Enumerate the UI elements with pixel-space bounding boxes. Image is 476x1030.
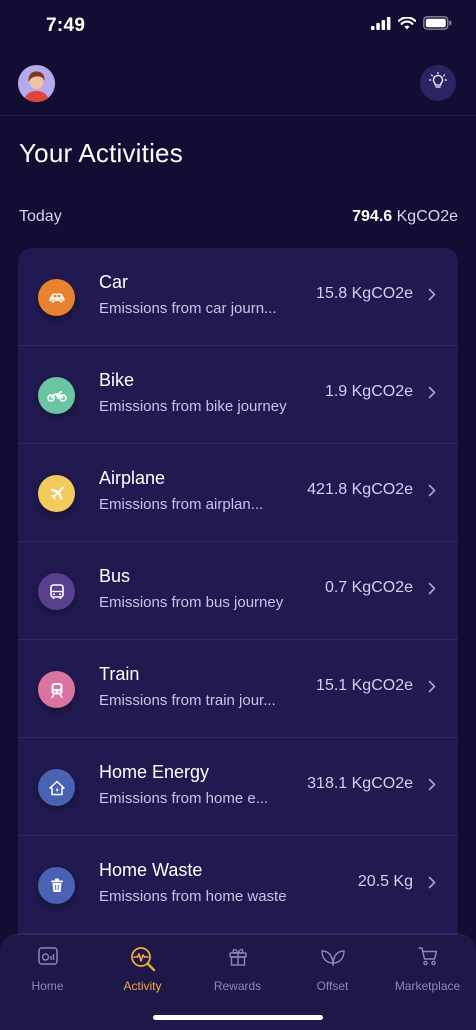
home-indicator — [153, 1015, 323, 1020]
activity-emission-value: 1.9 KgCO2e — [324, 383, 413, 400]
activity-emission-value: 15.8 KgCO2e — [316, 285, 413, 302]
summary-total-unit: KgCO2e — [396, 208, 458, 225]
activity-subtitle: Emissions from airplan... — [99, 496, 264, 513]
activity-row-train[interactable]: Train Emissions from train jour... 15.1 … — [18, 640, 458, 738]
activity-subtitle: Emissions from bus journey — [99, 594, 284, 611]
activity-row-bus[interactable]: Bus Emissions from bus journey 0.7 KgCO2… — [18, 542, 458, 640]
tab-rewards[interactable]: Rewards — [190, 945, 285, 1005]
chevron-right-icon — [428, 876, 436, 894]
today-summary: Today 794.6 KgCO2e — [19, 206, 458, 228]
activity-row-airplane[interactable]: Airplane Emissions from airplan... 421.8… — [18, 444, 458, 542]
tips-button[interactable] — [420, 65, 456, 101]
lightbulb-icon — [428, 71, 448, 95]
activity-subtitle: Emissions from home waste — [99, 888, 287, 905]
train-icon — [38, 671, 75, 708]
activity-list: Car Emissions from car journ... 15.8 KgC… — [18, 248, 458, 968]
tab-activity[interactable]: Activity — [95, 945, 190, 1005]
summary-total: 794.6 KgCO2e — [352, 208, 458, 226]
chevron-right-icon — [428, 484, 436, 502]
tab-label: Offset — [316, 979, 349, 993]
chevron-right-icon — [428, 778, 436, 796]
activity-emission-value: 318.1 KgCO2e — [307, 775, 413, 792]
dashboard-icon — [0, 945, 95, 971]
activity-emission-value: 15.1 KgCO2e — [316, 677, 413, 694]
activity-subtitle: Emissions from car journ... — [99, 300, 277, 317]
activities-screen: 7:49 Your Activities Today 794.6 KgCO2e … — [0, 0, 476, 1030]
home-energy-icon — [38, 769, 75, 806]
activity-title: Bus — [99, 566, 131, 586]
activity-subtitle: Emissions from home e... — [99, 790, 269, 807]
chevron-right-icon — [428, 680, 436, 698]
user-avatar[interactable] — [18, 65, 55, 102]
car-icon — [38, 279, 75, 316]
motorbike-icon — [38, 377, 75, 414]
status-bar: 7:49 — [0, 0, 476, 52]
status-icons — [371, 15, 452, 35]
activity-row-home-energy[interactable]: Home Energy Emissions from home e... 318… — [18, 738, 458, 836]
bus-icon — [38, 573, 75, 610]
activity-title: Home Waste — [99, 860, 203, 880]
tab-offset[interactable]: Offset — [285, 945, 380, 1005]
chevron-right-icon — [428, 582, 436, 600]
cart-icon — [380, 945, 475, 971]
activity-title: Car — [99, 272, 129, 292]
activity-emission-value: 20.5 Kg — [357, 873, 413, 890]
summary-total-value: 794.6 — [352, 208, 393, 225]
tab-label: Activity — [123, 979, 162, 993]
chevron-right-icon — [428, 386, 436, 404]
status-time: 7:49 — [46, 15, 86, 36]
activity-emission-value: 0.7 KgCO2e — [324, 579, 413, 596]
tab-label: Marketplace — [394, 979, 461, 993]
battery-icon — [423, 16, 452, 35]
tab-label: Rewards — [213, 979, 262, 993]
leaves-icon — [285, 945, 380, 971]
gift-icon — [190, 945, 285, 971]
trash-icon — [38, 867, 75, 904]
activity-subtitle: Emissions from train jour... — [99, 692, 276, 709]
activity-row-car[interactable]: Car Emissions from car journ... 15.8 KgC… — [18, 248, 458, 346]
page-title: Your Activities — [19, 138, 183, 168]
tab-home[interactable]: Home — [0, 945, 95, 1005]
cellular-signal-icon — [371, 16, 391, 35]
chevron-right-icon — [428, 288, 436, 306]
activity-title: Home Energy — [99, 762, 210, 782]
activity-search-icon — [95, 945, 190, 972]
activity-title: Train — [99, 664, 140, 684]
activity-emission-value: 421.8 KgCO2e — [307, 481, 413, 498]
activity-title: Airplane — [99, 468, 166, 488]
tab-marketplace[interactable]: Marketplace — [380, 945, 475, 1005]
tab-label: Home — [31, 979, 64, 993]
summary-label: Today — [19, 208, 62, 225]
airplane-icon — [38, 475, 75, 512]
app-header — [0, 60, 476, 116]
activity-subtitle: Emissions from bike journey — [99, 398, 287, 415]
activity-row-bike[interactable]: Bike Emissions from bike journey 1.9 KgC… — [18, 346, 458, 444]
wifi-icon — [397, 15, 417, 35]
activity-title: Bike — [99, 370, 135, 390]
activity-row-home-waste[interactable]: Home Waste Emissions from home waste 20.… — [18, 836, 458, 934]
